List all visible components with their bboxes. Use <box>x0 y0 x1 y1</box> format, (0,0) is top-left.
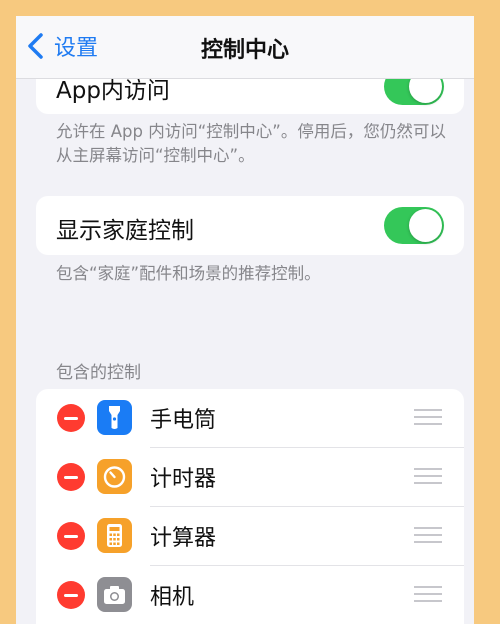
remove-camera-button[interactable] <box>57 581 85 609</box>
list-item-calculator: 计算器 <box>36 507 464 565</box>
remove-flashlight-button[interactable] <box>57 404 85 432</box>
remove-timer-button[interactable] <box>57 463 85 491</box>
home-controls-label: 显示家庭控制 <box>56 218 194 244</box>
reorder-handle-icon[interactable] <box>414 586 442 602</box>
reorder-handle-icon[interactable] <box>414 527 442 543</box>
calculator-icon <box>97 518 132 553</box>
flashlight-icon <box>97 400 132 435</box>
list-item-label: 相机 <box>150 585 195 610</box>
list-item-label: 计算器 <box>150 526 217 551</box>
reorder-handle-icon[interactable] <box>414 468 442 484</box>
reorder-handle-icon[interactable] <box>414 409 442 425</box>
camera-icon <box>97 577 132 612</box>
page-title: 控制中心 <box>200 38 289 63</box>
included-controls-header: 包含的控制 <box>56 363 141 383</box>
list-item-flashlight: 手电筒 <box>36 389 464 447</box>
list-item-label: 手电筒 <box>150 408 217 433</box>
timer-icon <box>97 459 132 494</box>
settings-screen: 设置 控制中心 App内访问 允许在 App 内访问“控制中心”。停用后，您仍然… <box>16 16 474 624</box>
navigation-bar: 设置 控制中心 <box>16 16 474 79</box>
list-item-timer: 计时器 <box>36 448 464 506</box>
home-controls-footnote: 包含“家庭”配件和场景的推荐控制。 <box>56 264 321 283</box>
home-controls-row: 显示家庭控制 <box>36 196 464 255</box>
list-item-label: 计时器 <box>150 467 217 492</box>
remove-calculator-button[interactable] <box>57 522 85 550</box>
included-controls-list: 手电筒 计时器 计算器 相机 <box>36 389 464 624</box>
home-controls-toggle[interactable] <box>384 207 444 244</box>
list-item-camera: 相机 <box>36 566 464 624</box>
access-in-apps-footnote: 允许在 App 内访问“控制中心”。停用后，您仍然可以从主屏幕访问“控制中心”。 <box>56 122 446 165</box>
